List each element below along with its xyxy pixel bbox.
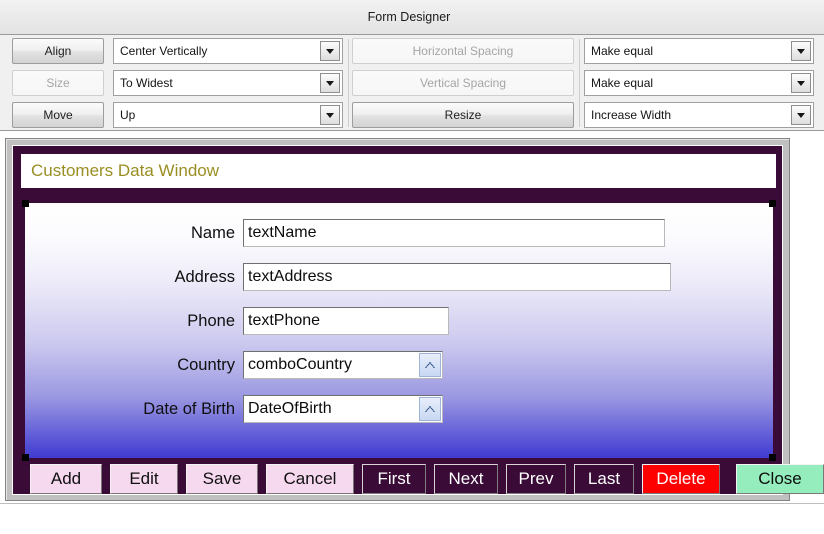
alignment-toolbar: Align Center Vertically Horizontal Spaci… <box>0 35 824 131</box>
field-row-date-of-birth: Date of Birth DateOfBirth <box>25 395 773 425</box>
align-mode-value: Center Vertically <box>120 44 208 58</box>
combobox-date-of-birth[interactable]: DateOfBirth <box>243 395 443 423</box>
textbox-address-value: textAddress <box>248 268 333 285</box>
vertical-spacing-button[interactable]: Vertical Spacing <box>352 70 574 96</box>
move-button[interactable]: Move <box>12 102 104 128</box>
resize-button[interactable]: Resize <box>352 102 574 128</box>
cancel-button[interactable]: Cancel <box>266 464 354 494</box>
next-button[interactable]: Next <box>434 464 498 494</box>
move-direction-value: Up <box>120 108 136 122</box>
combobox-date-of-birth-value: DateOfBirth <box>248 400 332 417</box>
delete-button[interactable]: Delete <box>642 464 720 494</box>
last-button[interactable]: Last <box>574 464 634 494</box>
combobox-country[interactable]: comboCountry <box>243 351 443 379</box>
field-row-country: Country comboCountry <box>25 351 773 381</box>
chevron-down-icon[interactable] <box>320 41 340 61</box>
toolbar-row-align: Align Center Vertically Horizontal Spaci… <box>0 38 824 68</box>
size-mode-combobox[interactable]: To Widest <box>113 70 343 96</box>
size-button[interactable]: Size <box>12 70 104 96</box>
first-button[interactable]: First <box>362 464 426 494</box>
selection-handle-bottom-right[interactable] <box>769 454 776 461</box>
field-row-address: Address textAddress <box>25 263 773 293</box>
chevron-down-icon[interactable] <box>419 397 441 421</box>
window-title: Form Designer <box>367 10 451 24</box>
textbox-phone-value: textPhone <box>248 312 321 329</box>
toolbar-inner: Align Center Vertically Horizontal Spaci… <box>0 35 824 130</box>
resize-mode-value: Increase Width <box>591 108 672 122</box>
horizontal-spacing-button[interactable]: Horizontal Spacing <box>352 38 574 64</box>
chevron-down-icon[interactable] <box>320 73 340 93</box>
save-button[interactable]: Save <box>186 464 258 494</box>
vertical-spacing-combobox[interactable]: Make equal <box>584 70 814 96</box>
horizontal-spacing-combobox[interactable]: Make equal <box>584 38 814 64</box>
combobox-country-value: comboCountry <box>248 356 353 373</box>
designed-form-panel[interactable]: Name textName Address textAddress Phone <box>22 200 776 461</box>
field-label-name: Name <box>190 224 235 242</box>
window-titlebar: Form Designer <box>0 0 824 35</box>
field-row-phone: Phone textPhone <box>25 307 773 337</box>
chevron-down-icon[interactable] <box>791 105 811 125</box>
field-label-phone: Phone <box>187 312 235 330</box>
add-button[interactable]: Add <box>30 464 102 494</box>
selection-handle-bottom-left[interactable] <box>22 454 29 461</box>
designed-form-window[interactable]: Customers Data Window Name textName Addr… <box>5 138 824 501</box>
vertical-spacing-value: Make equal <box>591 76 654 90</box>
designed-form-button-bar: Add Edit Save Cancel First Next Prev Las… <box>13 464 824 504</box>
chevron-down-icon[interactable] <box>419 353 441 377</box>
size-mode-value: To Widest <box>120 76 173 90</box>
toolbar-row-size: Size To Widest Vertical Spacing Make equ… <box>0 70 824 100</box>
designed-form-caption-bar[interactable]: Customers Data Window <box>21 154 776 188</box>
resize-mode-combobox[interactable]: Increase Width <box>584 102 814 128</box>
field-label-country: Country <box>177 356 235 374</box>
selection-handle-top-right[interactable] <box>769 200 776 207</box>
field-label-address: Address <box>174 268 235 286</box>
form-designer-window: Form Designer Align Center Vertically Ho… <box>0 0 824 534</box>
edit-button[interactable]: Edit <box>110 464 178 494</box>
canvas-empty-area[interactable] <box>0 503 824 534</box>
field-row-name: Name textName <box>25 219 773 249</box>
selection-handle-top-left[interactable] <box>22 200 29 207</box>
textbox-name-value: textName <box>248 224 317 241</box>
toolbar-row-move: Move Up Resize Increase Width <box>0 102 824 132</box>
move-direction-combobox[interactable]: Up <box>113 102 343 128</box>
textbox-name[interactable]: textName <box>243 219 665 247</box>
align-button[interactable]: Align <box>12 38 104 64</box>
field-label-date-of-birth: Date of Birth <box>143 400 235 418</box>
chevron-down-icon[interactable] <box>791 73 811 93</box>
chevron-down-icon[interactable] <box>320 105 340 125</box>
horizontal-spacing-value: Make equal <box>591 44 654 58</box>
designed-form-caption-text: Customers Data Window <box>31 161 220 180</box>
align-mode-combobox[interactable]: Center Vertically <box>113 38 343 64</box>
designed-form-body: Customers Data Window Name textName Addr… <box>12 145 824 495</box>
textbox-address[interactable]: textAddress <box>243 263 671 291</box>
textbox-phone[interactable]: textPhone <box>243 307 449 335</box>
chevron-down-icon[interactable] <box>791 41 811 61</box>
designer-canvas[interactable]: Customers Data Window Name textName Addr… <box>0 132 824 534</box>
prev-button[interactable]: Prev <box>506 464 566 494</box>
close-button[interactable]: Close <box>736 464 824 494</box>
